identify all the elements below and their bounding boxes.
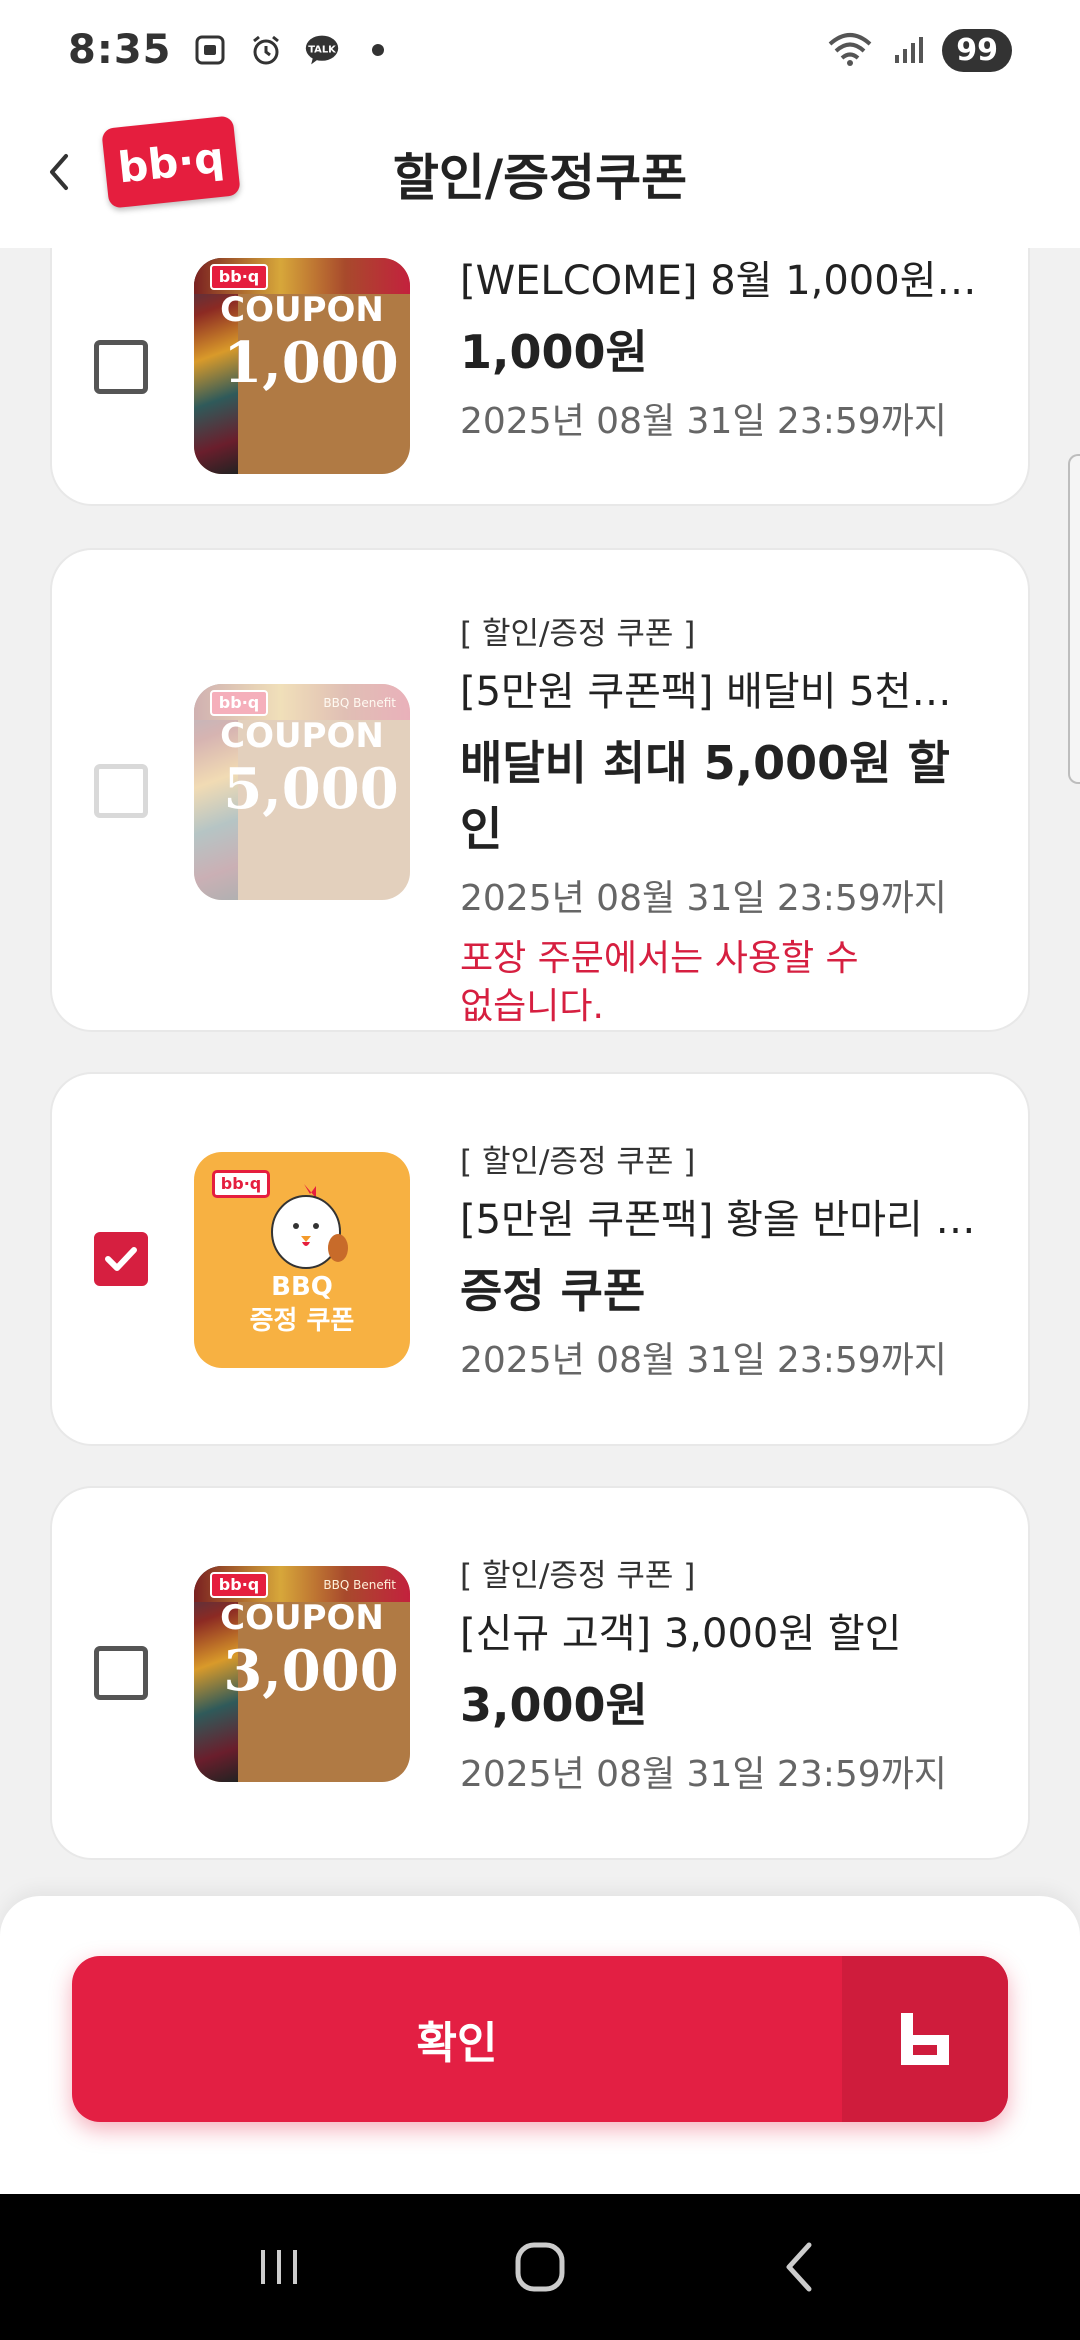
coupon-category: [ 할인/증정 쿠폰 ] — [460, 616, 696, 652]
alarm-icon — [248, 32, 284, 68]
coupon-image-word: COUPON — [220, 290, 384, 330]
back-nav-icon[interactable] — [760, 2227, 840, 2307]
coupon-checkbox[interactable] — [94, 1232, 148, 1286]
bottom-panel: 확인 — [0, 1896, 1080, 2194]
status-bar: 8:35 TALK 99 — [0, 0, 1080, 100]
coupon-image-value: 5,000 — [223, 756, 399, 822]
coupon-expiry: 2025년 08월 31일 23:59까지 — [460, 1754, 947, 1795]
coupon-amount: 증정 쿠폰 — [460, 1264, 646, 1318]
coupon-expiry: 2025년 08월 31일 23:59까지 — [460, 401, 947, 442]
coupon-checkbox[interactable] — [94, 340, 148, 394]
confirm-label: 확인 — [416, 2018, 498, 2069]
coupon-image-logo: bb·q — [210, 690, 268, 716]
coupon-image-value: 1,000 — [223, 330, 399, 396]
back-icon[interactable] — [40, 142, 76, 202]
coupon-image-benefit: BBQ Benefit — [323, 696, 396, 710]
kakaotalk-icon: TALK — [304, 32, 340, 68]
coupon-name: [5만원 쿠폰팩] 황올 반마리 증정 — [460, 1197, 988, 1243]
svg-text:TALK: TALK — [308, 45, 336, 56]
coupon-card[interactable]: bb·q BBQ Benefit COUPON 3,000 [ 할인/증정 쿠폰… — [50, 1486, 1030, 1860]
coupon-image: bb·q BBQ Benefit COUPON 5,000 — [194, 684, 410, 900]
coupon-checkbox[interactable] — [94, 1646, 148, 1700]
coupon-card[interactable]: bb·q COUPON 1,000 [WELCOME] 8월 1,000원 할인… — [50, 248, 1030, 506]
coupon-name: [신규 고객] 3,000원 할인 — [460, 1611, 902, 1657]
confirm-button[interactable]: 확인 — [72, 1956, 1008, 2122]
home-icon[interactable] — [500, 2227, 580, 2307]
coupon-card[interactable]: bb·q BBQ Benefit COUPON 5,000 [ 할인/증정 쿠폰… — [50, 548, 1030, 1032]
coupon-expiry: 2025년 08월 31일 23:59까지 — [460, 1340, 947, 1381]
coupon-image-benefit: BBQ Benefit — [323, 1578, 396, 1592]
checkmark-icon — [105, 1247, 137, 1271]
battery-indicator: 99 — [942, 28, 1012, 72]
coupon-category: [ 할인/증정 쿠폰 ] — [460, 1558, 696, 1594]
coupon-image-value: 3,000 — [223, 1638, 399, 1704]
coupon-warning: 포장 주문에서는 사용할 수 없습니다. — [460, 938, 859, 1027]
coupon-category: [ 할인/증정 쿠폰 ] — [460, 1144, 696, 1180]
bbq-logo[interactable]: bb·q — [101, 115, 241, 209]
recent-apps-icon[interactable] — [240, 2227, 320, 2307]
bbq-b-icon — [842, 1956, 1008, 2122]
coupon-image-word: COUPON — [220, 716, 384, 756]
signal-icon — [890, 32, 926, 68]
coupon-amount: 1,000원 — [460, 325, 648, 379]
logo-text: bb·q — [115, 132, 227, 192]
coupon-image: bb·q BBQ Benefit COUPON 3,000 — [194, 1566, 410, 1782]
coupon-checkbox[interactable] — [94, 764, 148, 818]
coupon-image-logo: bb·q — [210, 264, 268, 290]
coupon-card[interactable]: bb·q BBQ 증정 쿠폰 [ 할인/증정 쿠폰 ] [5만원 쿠폰팩] 황올… — [50, 1072, 1030, 1446]
navigation-bar — [0, 2194, 1080, 2340]
coupon-name: [5만원 쿠폰팩] 배달비 5천원 할인 — [460, 669, 988, 715]
screenshot-icon — [192, 32, 228, 68]
header: bb·q 할인/증정쿠폰 — [0, 100, 1080, 248]
wifi-icon — [826, 32, 874, 68]
status-time: 8:35 — [68, 27, 172, 73]
coupon-list[interactable]: bb·q COUPON 1,000 [WELCOME] 8월 1,000원 할인… — [0, 248, 1080, 1898]
coupon-name: [WELCOME] 8월 1,000원 할인 — [460, 258, 988, 304]
chicken-mascot-icon — [271, 1184, 348, 1269]
coupon-image-logo: bb·q — [210, 1572, 268, 1598]
coupon-image: bb·q COUPON 1,000 — [194, 258, 410, 474]
dot-icon — [360, 32, 396, 68]
coupon-amount: 배달비 최대 5,000원 할인 — [460, 736, 950, 856]
coupon-image-line1: BBQ — [271, 1272, 333, 1302]
coupon-amount: 3,000원 — [460, 1678, 648, 1732]
coupon-image-line2: 증정 쿠폰 — [249, 1306, 355, 1336]
scroll-handle[interactable] — [1068, 454, 1080, 784]
coupon-expiry: 2025년 08월 31일 23:59까지 — [460, 878, 947, 919]
coupon-image-word: COUPON — [220, 1598, 384, 1638]
coupon-image: bb·q BBQ 증정 쿠폰 — [194, 1152, 410, 1368]
